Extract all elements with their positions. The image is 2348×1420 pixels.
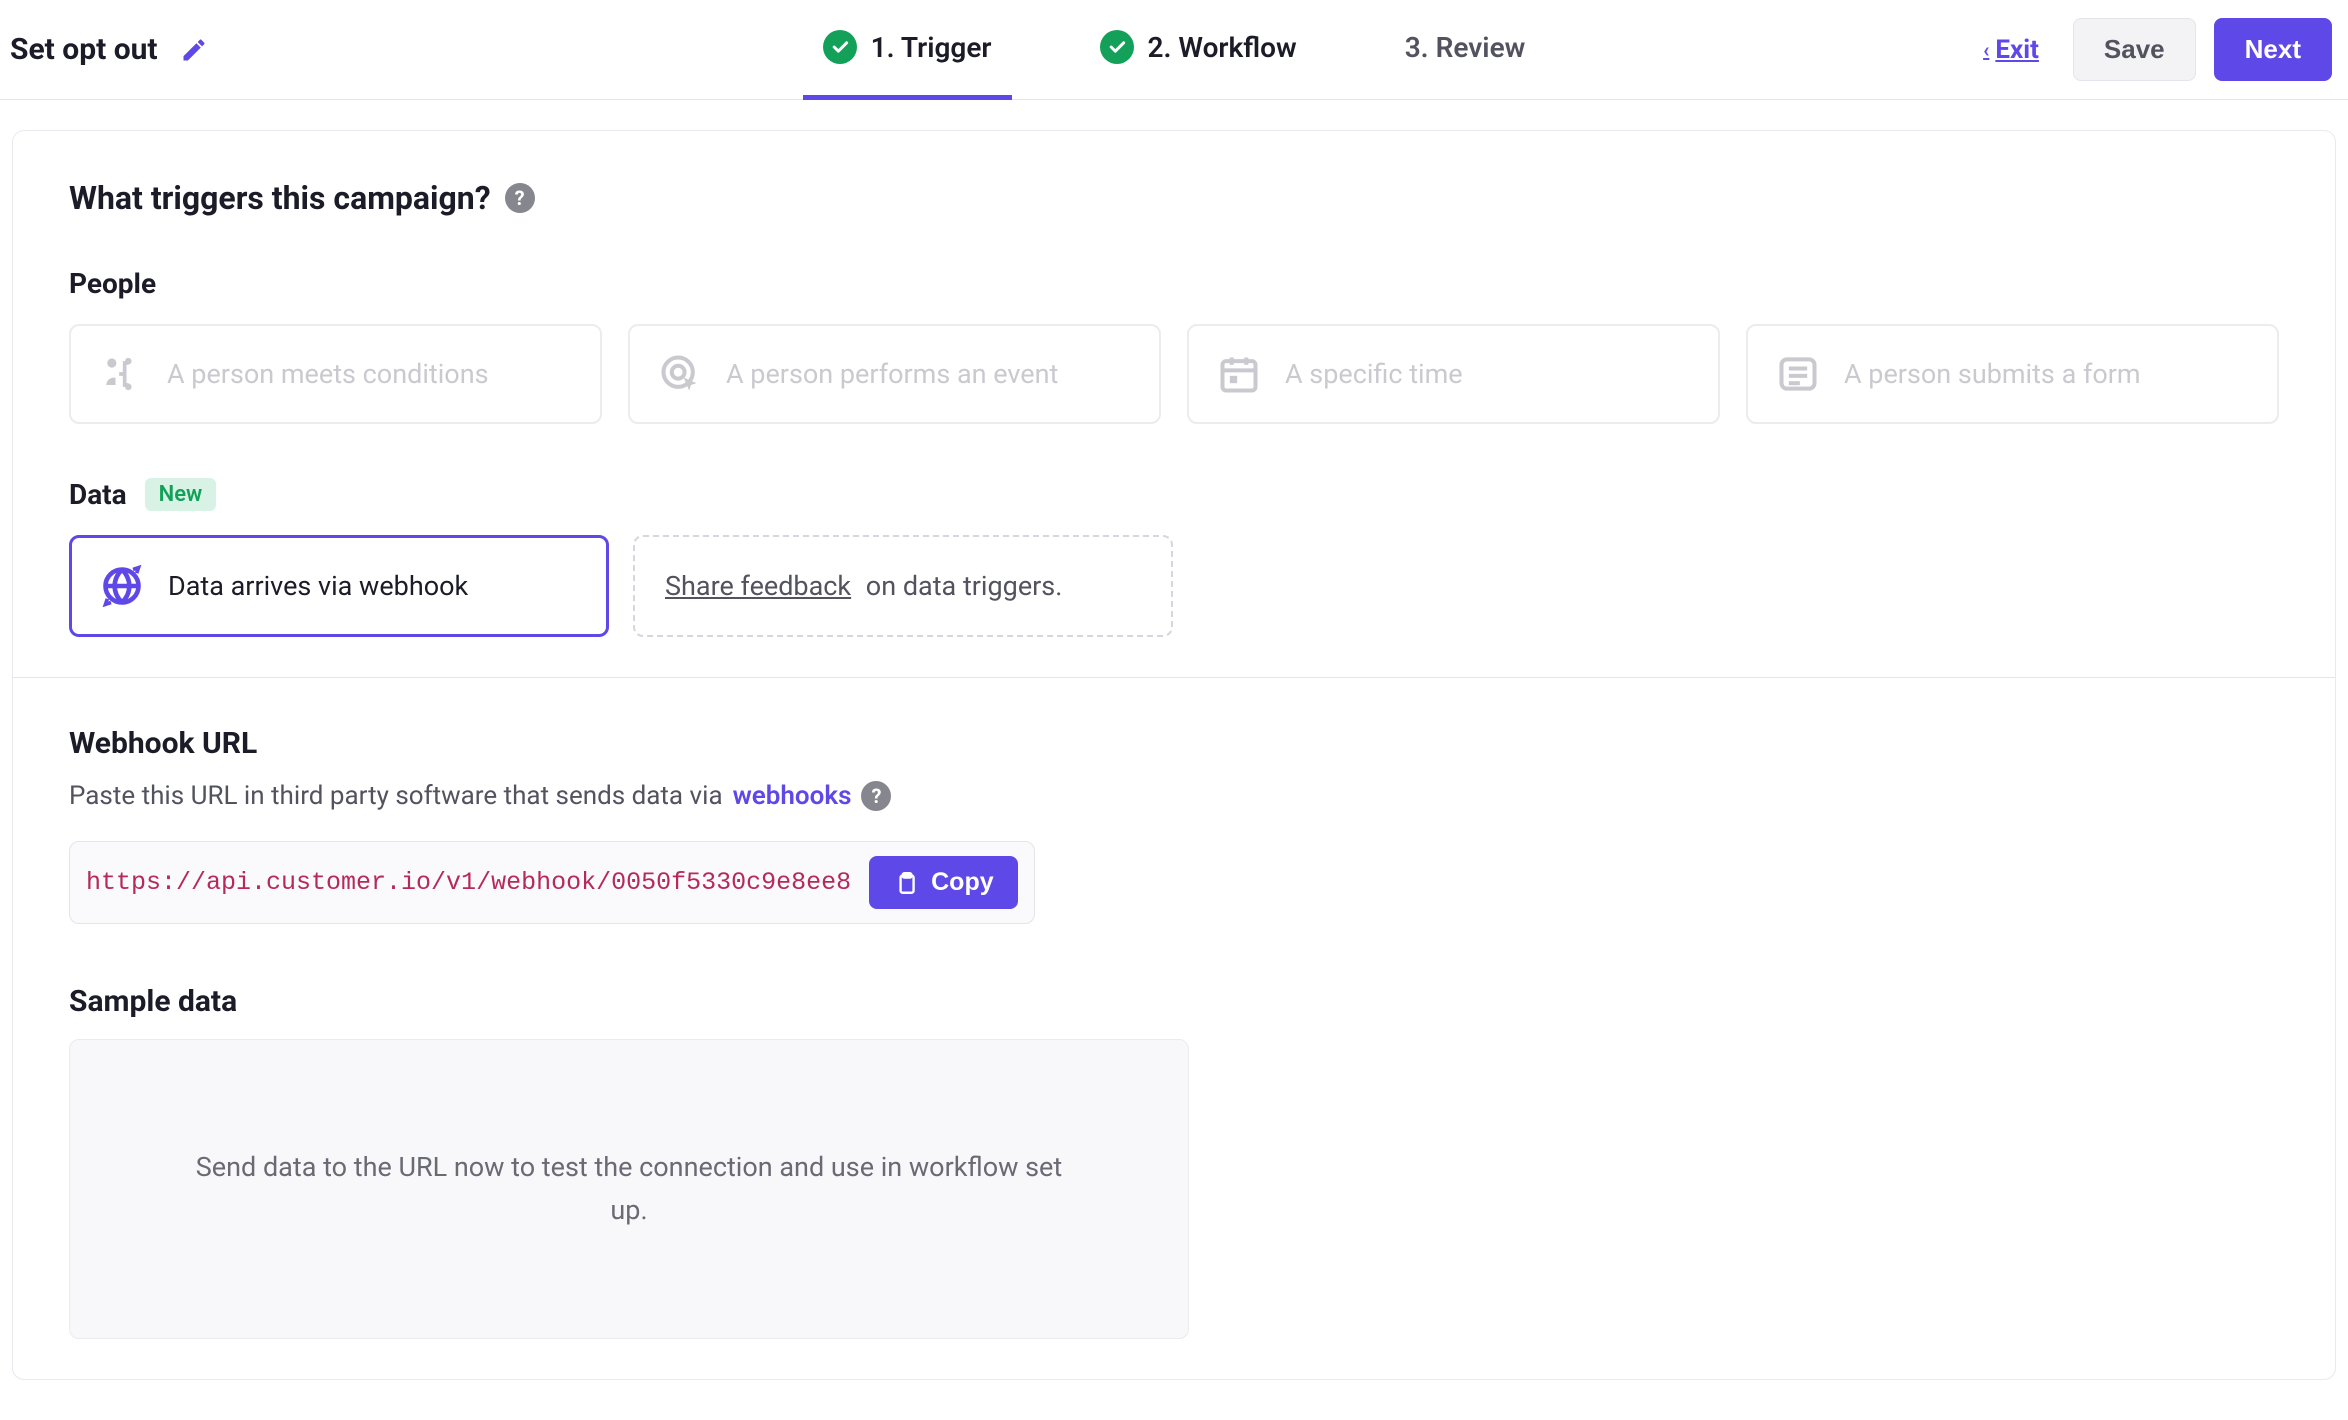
save-button[interactable]: Save bbox=[2073, 18, 2196, 81]
step-label: 3. Review bbox=[1405, 31, 1526, 64]
globe-sync-icon bbox=[100, 564, 144, 608]
copy-button[interactable]: Copy bbox=[869, 856, 1018, 909]
option-label: A person submits a form bbox=[1844, 358, 2141, 390]
calendar-icon bbox=[1217, 352, 1261, 396]
webhook-url-value[interactable]: https://api.customer.io/v1/webhook/0050f… bbox=[86, 868, 851, 897]
option-submits-form[interactable]: A person submits a form bbox=[1746, 324, 2279, 424]
help-icon[interactable]: ? bbox=[505, 183, 535, 213]
check-icon bbox=[1100, 30, 1134, 64]
webhook-url-heading: Webhook URL bbox=[69, 726, 2279, 761]
person-branch-icon bbox=[99, 352, 143, 396]
option-label: Data arrives via webhook bbox=[168, 570, 468, 602]
clipboard-icon bbox=[893, 870, 919, 896]
edit-title-button[interactable] bbox=[176, 32, 212, 68]
exit-link[interactable]: ‹ Exit bbox=[1967, 25, 2055, 75]
step-trigger[interactable]: 1. Trigger bbox=[803, 0, 1012, 100]
cursor-target-icon bbox=[658, 352, 702, 396]
step-label: 2. Workflow bbox=[1148, 31, 1297, 64]
next-button[interactable]: Next bbox=[2214, 18, 2332, 81]
option-meets-conditions[interactable]: A person meets conditions bbox=[69, 324, 602, 424]
new-badge: New bbox=[145, 478, 217, 511]
sample-data-heading: Sample data bbox=[69, 984, 2279, 1019]
option-label: A specific time bbox=[1285, 358, 1463, 390]
help-icon[interactable]: ? bbox=[861, 781, 891, 811]
feedback-card: Share feedback on data triggers. bbox=[633, 535, 1173, 637]
option-specific-time[interactable]: A specific time bbox=[1187, 324, 1720, 424]
webhooks-link[interactable]: webhooks bbox=[733, 781, 852, 811]
wizard-steps: 1. Trigger 2. Workflow 3. Review bbox=[530, 0, 1818, 100]
step-review[interactable]: 3. Review bbox=[1385, 0, 1546, 100]
option-data-webhook[interactable]: Data arrives via webhook bbox=[69, 535, 609, 637]
option-performs-event[interactable]: A person performs an event bbox=[628, 324, 1161, 424]
campaign-title: Set opt out bbox=[10, 32, 158, 67]
option-label: A person meets conditions bbox=[167, 358, 489, 390]
triggers-heading: What triggers this campaign? bbox=[69, 179, 491, 217]
sample-empty-text: Send data to the URL now to test the con… bbox=[190, 1146, 1068, 1232]
feedback-text: on data triggers. bbox=[859, 570, 1062, 602]
people-group-label: People bbox=[69, 267, 156, 300]
step-workflow[interactable]: 2. Workflow bbox=[1080, 0, 1317, 100]
option-label: A person performs an event bbox=[726, 358, 1058, 390]
form-icon bbox=[1776, 352, 1820, 396]
copy-label: Copy bbox=[931, 868, 994, 897]
exit-label: Exit bbox=[1995, 35, 2039, 65]
webhook-url-box: https://api.customer.io/v1/webhook/0050f… bbox=[69, 841, 1035, 924]
chevron-left-icon: ‹ bbox=[1983, 38, 1989, 62]
pencil-icon bbox=[180, 36, 208, 64]
sample-data-empty: Send data to the URL now to test the con… bbox=[69, 1039, 1189, 1339]
share-feedback-link[interactable]: Share feedback bbox=[665, 570, 851, 602]
webhook-desc-prefix: Paste this URL in third party software t… bbox=[69, 781, 723, 811]
data-group-label: Data bbox=[69, 478, 127, 511]
check-icon bbox=[823, 30, 857, 64]
step-label: 1. Trigger bbox=[871, 31, 992, 64]
